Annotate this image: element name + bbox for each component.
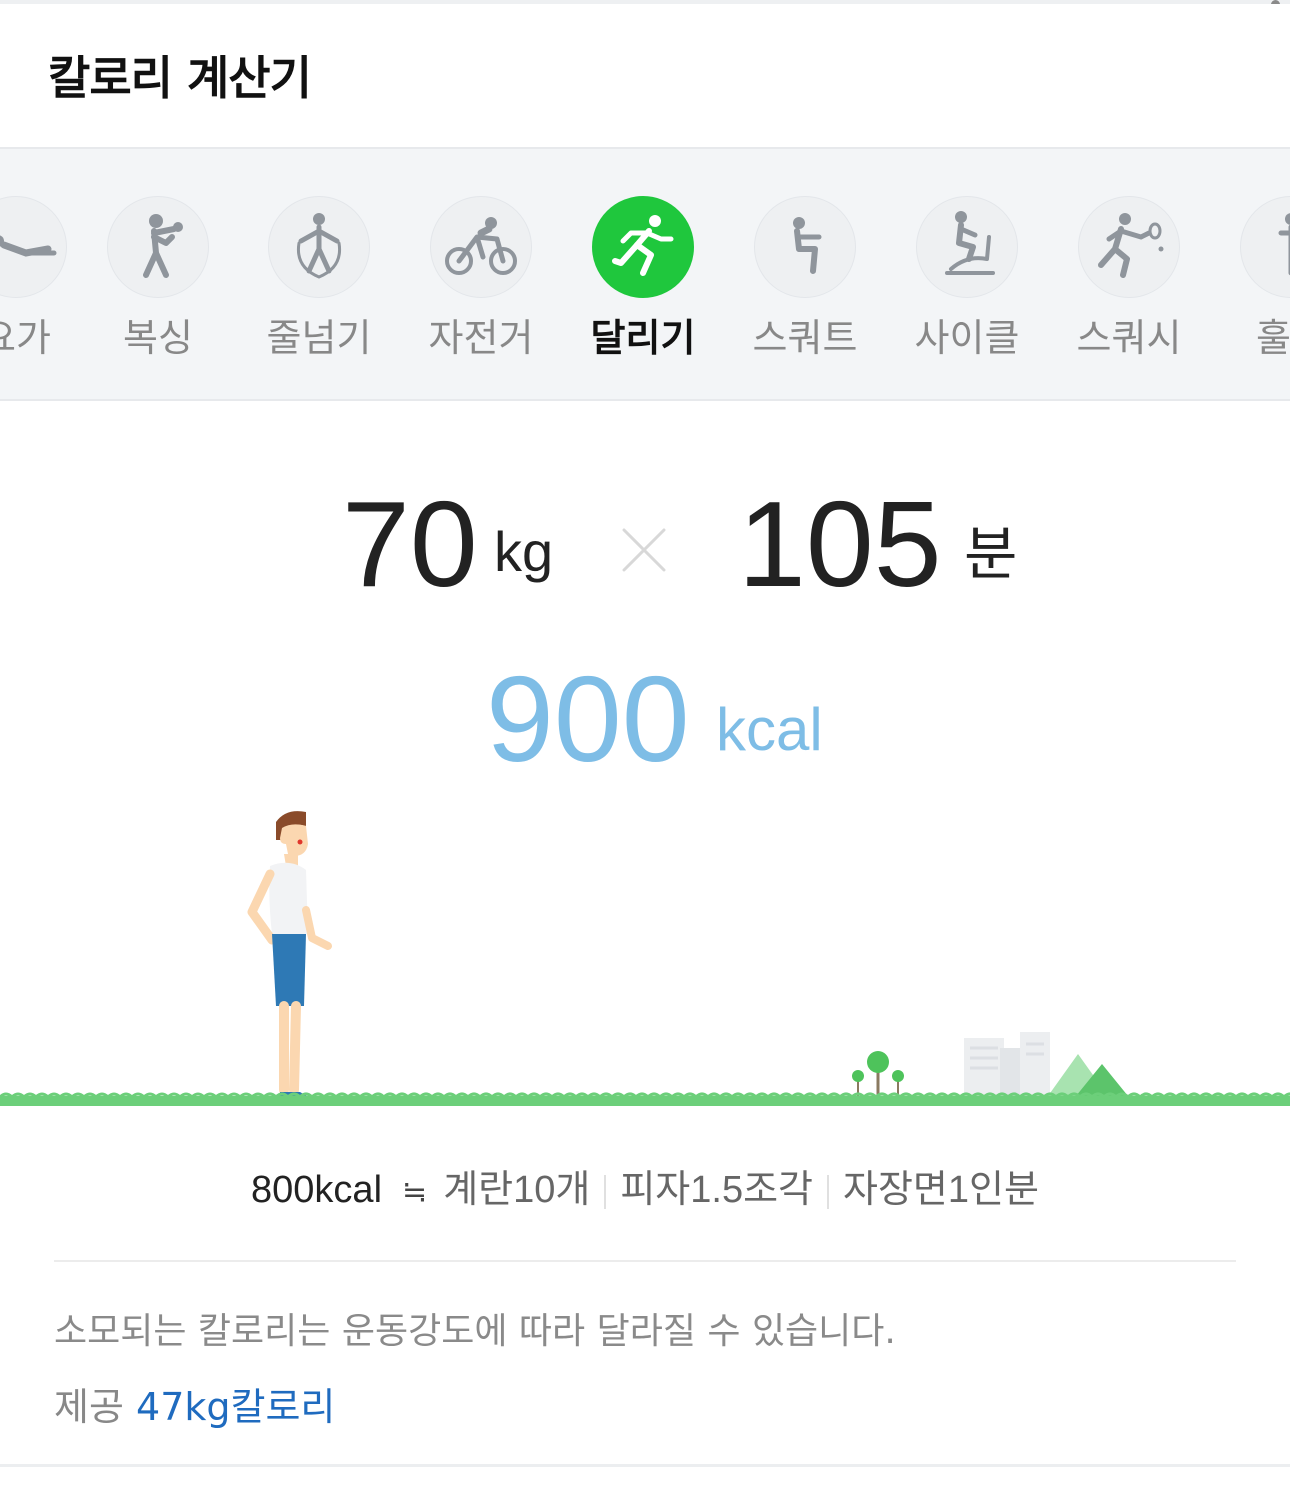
- bottom-border: [0, 1464, 1290, 1467]
- tab-label: 복싱: [123, 316, 193, 360]
- tab-running[interactable]: 달리기: [573, 149, 713, 399]
- tab-jump-rope[interactable]: 줄넘기: [249, 149, 389, 399]
- runner-figure: [247, 811, 332, 1098]
- provider-link[interactable]: 47kg칼로리: [136, 1385, 335, 1429]
- disclaimer-note: 소모되는 칼로리는 운동강도에 따라 달라질 수 있습니다.: [54, 1311, 896, 1352]
- equiv-item: 피자1.5조각: [620, 1169, 814, 1211]
- running-scene-illustration: [0, 811, 1290, 1106]
- equiv-item: 계란10개: [443, 1169, 591, 1211]
- tab-label: 요가: [0, 316, 51, 360]
- exercise-tabs: 요가 복싱 줄넘기: [0, 147, 1290, 401]
- tab-squat[interactable]: 스쿼트: [735, 149, 875, 399]
- squash-icon: [1078, 196, 1180, 298]
- equiv-kcal: 800kcal: [251, 1169, 383, 1211]
- tab-cycle[interactable]: 사이클: [897, 149, 1037, 399]
- credit-prefix: 제공: [54, 1385, 124, 1429]
- boxing-icon: [107, 196, 209, 298]
- minutes-unit: 분: [964, 520, 1018, 588]
- kcal-value: 900: [486, 651, 690, 787]
- tab-label: 달리기: [590, 316, 696, 360]
- header: 칼로리 계산기: [0, 4, 1290, 146]
- jump-rope-icon: [268, 196, 370, 298]
- tab-label: 훌라: [1256, 316, 1290, 360]
- bicycle-icon: [430, 196, 532, 298]
- tab-boxing[interactable]: 복싱: [88, 149, 228, 399]
- tab-squash[interactable]: 스쿼시: [1059, 149, 1199, 399]
- minutes-value[interactable]: 105: [738, 483, 942, 605]
- weight-value[interactable]: 70: [342, 483, 478, 605]
- mountains-decoration: [1048, 1054, 1128, 1096]
- tab-yoga[interactable]: 요가: [0, 149, 86, 399]
- tab-label: 스쿼트: [752, 316, 858, 360]
- equiv-item: 자장면1인분: [843, 1169, 1039, 1211]
- tab-label: 줄넘기: [266, 316, 372, 360]
- running-icon: [592, 196, 694, 298]
- tab-label: 사이클: [914, 316, 1020, 360]
- tab-label: 자전거: [428, 316, 534, 360]
- divider: [54, 1260, 1236, 1262]
- grass-ground: [0, 1092, 1290, 1106]
- approx-icon: ≒: [402, 1176, 428, 1209]
- tab-hula[interactable]: 훌라: [1221, 149, 1290, 399]
- hula-hoop-icon: [1240, 196, 1290, 298]
- tab-label: 스쿼시: [1076, 316, 1182, 360]
- buildings-decoration: [964, 1032, 1050, 1096]
- page-title: 칼로리 계산기: [48, 51, 312, 105]
- provider-credit: 제공 47kg칼로리: [54, 1376, 335, 1431]
- kcal-unit: kcal: [716, 696, 823, 763]
- separator: [604, 1174, 607, 1209]
- stationary-cycle-icon: [916, 196, 1018, 298]
- calorie-equivalents: 800kcal ≒ 계란10개 피자1.5조각 자장면1인분: [0, 1158, 1290, 1213]
- weight-unit: kg: [494, 520, 554, 583]
- yoga-icon: [0, 196, 67, 298]
- trees-decoration: [852, 1051, 904, 1096]
- separator: [827, 1174, 830, 1209]
- squat-icon: [754, 196, 856, 298]
- tab-bicycle[interactable]: 자전거: [411, 149, 551, 399]
- times-icon: [622, 528, 666, 572]
